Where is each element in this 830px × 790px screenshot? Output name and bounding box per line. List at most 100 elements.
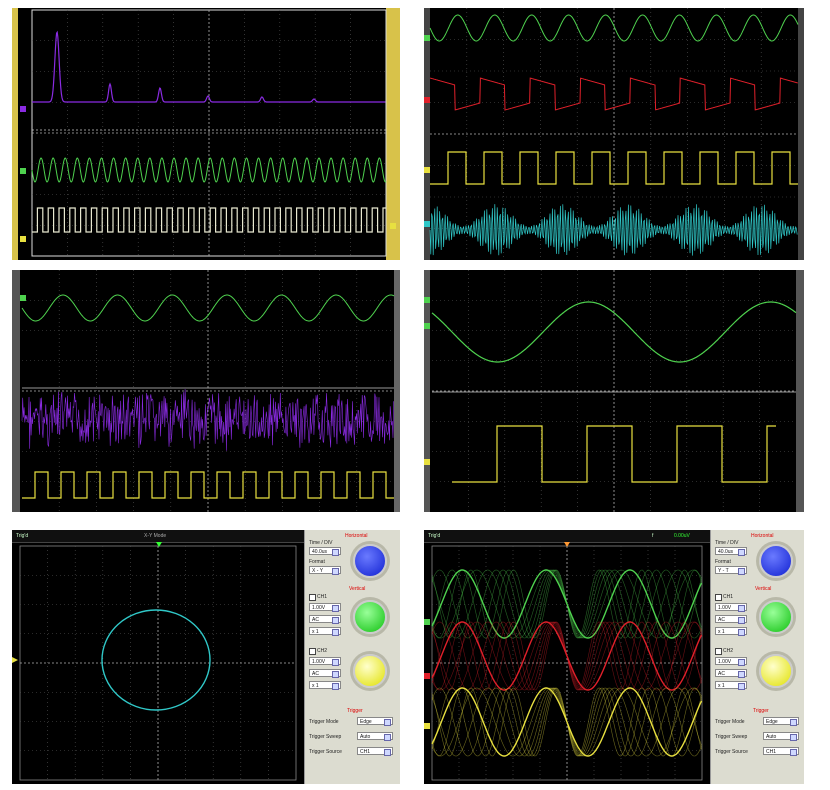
xy-circle-trace bbox=[101, 609, 211, 711]
ch1-marker bbox=[20, 295, 26, 301]
ch2-coupling-select[interactable]: AC bbox=[715, 669, 747, 678]
trigger-sweep-select[interactable]: Auto bbox=[763, 732, 799, 741]
trigger-marker bbox=[390, 223, 396, 229]
ch1-label: CH1 bbox=[723, 594, 734, 600]
time-div-select[interactable]: 40.0us bbox=[309, 547, 341, 556]
ch2-label: CH2 bbox=[317, 648, 328, 654]
ch2-volts-select[interactable]: 1.00V bbox=[715, 657, 747, 666]
ch1-label: CH1 bbox=[317, 594, 328, 600]
ch1-probe-select[interactable]: x 1 bbox=[715, 627, 747, 636]
time-div-label: Time / DIV bbox=[715, 540, 739, 546]
ch1-probe-select[interactable]: x 1 bbox=[309, 627, 341, 636]
ch1-coupling-select[interactable]: AC bbox=[309, 615, 341, 624]
mode-label: X-Y Mode bbox=[144, 533, 167, 539]
trigger-header: Trigger bbox=[753, 708, 769, 714]
scope-panel-four-channel bbox=[424, 8, 804, 260]
ch1-marker bbox=[424, 297, 430, 303]
fft-marker bbox=[20, 106, 26, 112]
screen bbox=[21, 270, 395, 512]
scope-panel-persistence: Trig'd f 0.00uV Horizontal Time / DIV 40… bbox=[424, 530, 804, 784]
scope-panel-xy: Trig'd X-Y Mode Horizontal Time / DIV 40… bbox=[12, 530, 400, 784]
format-label: Format bbox=[715, 559, 731, 565]
control-sidebar: Horizontal Time / DIV 40.0us Format X - … bbox=[304, 530, 400, 784]
frequency-icon-label: f bbox=[652, 533, 654, 539]
ch1-knob[interactable] bbox=[759, 600, 793, 634]
scope-screen-sine-square bbox=[424, 270, 804, 512]
trigger-sweep-select[interactable]: Auto bbox=[357, 732, 393, 741]
control-sidebar: Horizontal Time / DIV 40.0us Format Y - … bbox=[710, 530, 804, 784]
time-div-select[interactable]: 40.0us bbox=[715, 547, 747, 556]
horizontal-knob[interactable] bbox=[353, 544, 387, 578]
frame-left bbox=[12, 270, 20, 512]
trigger-header: Trigger bbox=[347, 708, 363, 714]
horizontal-header: Horizontal bbox=[751, 533, 774, 539]
ch2-marker bbox=[424, 673, 430, 679]
ch2-probe-select[interactable]: x 1 bbox=[309, 681, 341, 690]
ch1-marker bbox=[20, 168, 26, 174]
ch1-marker bbox=[424, 35, 430, 41]
trigger-source-select[interactable]: CH1 bbox=[763, 747, 799, 756]
ch4-marker bbox=[424, 221, 430, 227]
format-select[interactable]: X - Y bbox=[309, 566, 341, 575]
ch1-volts-select[interactable]: 1.00V bbox=[715, 603, 747, 612]
frame-right bbox=[394, 270, 400, 512]
ch1-knob[interactable] bbox=[353, 600, 387, 634]
screen bbox=[31, 10, 387, 256]
scope-screen-fft bbox=[12, 8, 400, 260]
trigger-sweep-label: Trigger Sweep bbox=[715, 734, 748, 740]
vertical-header: Vertical bbox=[755, 586, 772, 592]
trigger-mode-select[interactable]: Edge bbox=[357, 717, 393, 726]
frame-left bbox=[12, 8, 18, 260]
horizontal-header: Horizontal bbox=[345, 533, 368, 539]
time-div-label: Time / DIV bbox=[309, 540, 333, 546]
trigger-source-label: Trigger Source bbox=[309, 749, 342, 755]
trigger-status: Trig'd bbox=[428, 533, 441, 539]
scope-screen-xy bbox=[12, 542, 297, 781]
ch2-marker bbox=[20, 236, 26, 242]
screen bbox=[429, 8, 799, 260]
ch1-coupling-select[interactable]: AC bbox=[715, 615, 747, 624]
ch2-checkbox[interactable] bbox=[309, 648, 316, 655]
format-select[interactable]: Y - T bbox=[715, 566, 747, 575]
scope-screen-four-channel bbox=[424, 8, 804, 260]
ch3-marker bbox=[424, 723, 430, 729]
ch2-checkbox[interactable] bbox=[715, 648, 722, 655]
trigger-mode-label: Trigger Mode bbox=[715, 719, 745, 725]
scope-screen-noise bbox=[12, 270, 400, 512]
trigger-source-select[interactable]: CH1 bbox=[357, 747, 393, 756]
ch2-marker bbox=[424, 459, 430, 465]
ch2-probe-select[interactable]: x 1 bbox=[715, 681, 747, 690]
ch1-volts-select[interactable]: 1.00V bbox=[309, 603, 341, 612]
ch2-volts-select[interactable]: 1.00V bbox=[309, 657, 341, 666]
ch1-marker bbox=[424, 619, 430, 625]
frame-right bbox=[796, 270, 804, 512]
trigger-mode-select[interactable]: Edge bbox=[763, 717, 799, 726]
ch2-knob[interactable] bbox=[353, 654, 387, 688]
screen bbox=[431, 270, 797, 512]
screen bbox=[431, 546, 703, 780]
screen bbox=[20, 546, 296, 780]
scope-panel-noise bbox=[12, 270, 400, 512]
ch2-label: CH2 bbox=[723, 648, 734, 654]
ch2-marker bbox=[424, 97, 430, 103]
format-label: Format bbox=[309, 559, 325, 565]
horizontal-knob[interactable] bbox=[759, 544, 793, 578]
scope-panel-fft bbox=[12, 8, 400, 260]
frame-right bbox=[386, 8, 400, 260]
ch3-marker bbox=[424, 167, 430, 173]
trigger-sweep-label: Trigger Sweep bbox=[309, 734, 342, 740]
frame-right bbox=[798, 8, 804, 260]
ch2-coupling-select[interactable]: AC bbox=[309, 669, 341, 678]
vertical-header: Vertical bbox=[349, 586, 366, 592]
scope-screen-persistence bbox=[424, 542, 703, 781]
ch-level-marker bbox=[12, 657, 18, 663]
ch1-checkbox[interactable] bbox=[715, 594, 722, 601]
ch1-level-marker bbox=[424, 323, 430, 329]
ch4-trace bbox=[429, 204, 798, 256]
ch2-knob[interactable] bbox=[759, 654, 793, 688]
trigger-status: Trig'd bbox=[16, 533, 29, 539]
ch1-checkbox[interactable] bbox=[309, 594, 316, 601]
frame-left bbox=[424, 270, 430, 512]
scope-panel-sine-square bbox=[424, 270, 804, 512]
trigger-source-label: Trigger Source bbox=[715, 749, 748, 755]
